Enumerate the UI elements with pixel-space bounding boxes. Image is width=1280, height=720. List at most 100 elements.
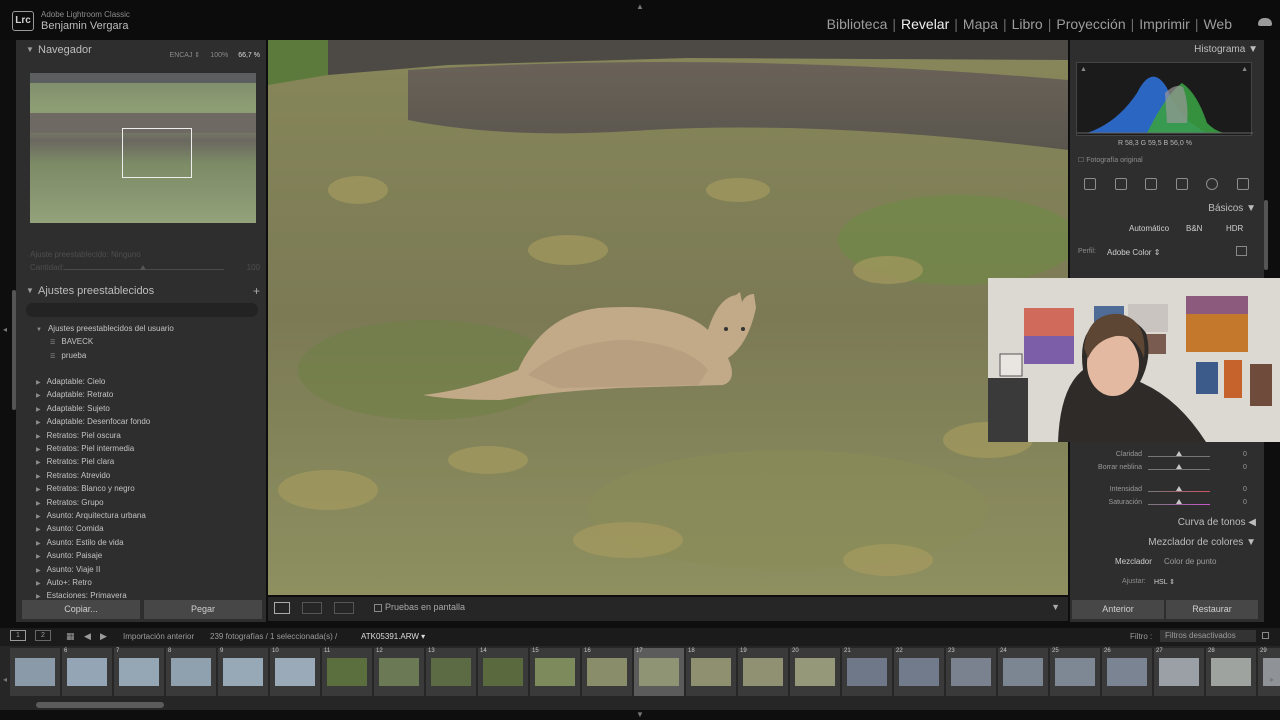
histogram-title[interactable]: Histograma ▼ xyxy=(1194,44,1258,55)
point-color-tab[interactable]: Color de punto xyxy=(1164,557,1216,566)
film-thumbnail[interactable]: 28 xyxy=(1206,648,1256,696)
dehaze-value[interactable]: 0 xyxy=(1243,464,1247,471)
soft-proof-checkbox[interactable] xyxy=(374,604,382,612)
zoom-100[interactable]: 100% xyxy=(210,46,228,66)
preset-group[interactable]: ▶ Adaptable: Cielo xyxy=(36,377,105,386)
zoom-fit[interactable]: ENCAJ ⇕ xyxy=(170,46,201,66)
saturation-slider[interactable] xyxy=(1148,504,1210,505)
original-photo-checkbox[interactable]: ☐ Fotografía original xyxy=(1078,156,1143,164)
before-after-icon[interactable] xyxy=(302,602,322,614)
yy-view-icon[interactable] xyxy=(334,602,354,614)
preset-group[interactable]: ▶ Auto+: Retro xyxy=(36,578,92,587)
file-name[interactable]: ATK05391.ARW ▾ xyxy=(361,632,425,641)
collapse-top-arrow-icon[interactable]: ▲ xyxy=(636,2,644,11)
preset-group[interactable]: ▶ Retratos: Piel intermedia xyxy=(36,444,134,453)
mixer-tab[interactable]: Mezclador xyxy=(1115,557,1152,566)
saturation-value[interactable]: 0 xyxy=(1243,499,1247,506)
window-2-button[interactable]: 2 xyxy=(35,630,51,641)
filmstrip-right-arrow-icon[interactable]: ▸ xyxy=(1270,675,1274,684)
tone-curve-header[interactable]: Curva de tonos ◀ xyxy=(1178,517,1256,528)
preset-group[interactable]: ▶ Retratos: Atrevido xyxy=(36,471,110,480)
film-thumbnail[interactable]: 22 xyxy=(894,648,944,696)
profile-browser-icon[interactable] xyxy=(1236,246,1247,256)
preset-item[interactable]: ☰ prueba xyxy=(50,351,86,360)
preset-group[interactable]: ▶ Adaptable: Desenfocar fondo xyxy=(36,417,150,426)
vibrance-slider[interactable] xyxy=(1148,491,1210,492)
heal-icon[interactable] xyxy=(1145,178,1158,190)
preset-group[interactable]: ▶ Retratos: Grupo xyxy=(36,498,104,507)
film-thumbnail[interactable]: 27 xyxy=(1154,648,1204,696)
film-thumbnail[interactable]: 23 xyxy=(946,648,996,696)
film-thumbnail[interactable]: 29 xyxy=(1258,648,1280,696)
grid-view-icon[interactable]: ▦ xyxy=(66,631,75,642)
vibrance-value[interactable]: 0 xyxy=(1243,486,1247,493)
preset-group[interactable]: ▶ Asunto: Arquitectura urbana xyxy=(36,511,146,520)
filter-lock-icon[interactable] xyxy=(1262,632,1269,639)
navigator-view-box[interactable] xyxy=(122,128,192,178)
source-label[interactable]: Importación anterior xyxy=(123,632,194,641)
clarity-value[interactable]: 0 xyxy=(1243,451,1247,458)
preset-search-input[interactable] xyxy=(26,303,258,317)
auto-button[interactable]: Automático xyxy=(1129,224,1169,233)
redeye-icon[interactable] xyxy=(1175,178,1188,190)
presets-header[interactable]: ▼ Ajustes preestablecidos + xyxy=(16,281,266,301)
histogram[interactable]: ▲ ▲ xyxy=(1076,62,1253,136)
preset-group[interactable]: ▶ Asunto: Comida xyxy=(36,524,104,533)
film-thumbnail[interactable]: 9 xyxy=(218,648,268,696)
window-1-button[interactable]: 1 xyxy=(10,630,26,641)
film-thumbnail[interactable]: 25 xyxy=(1050,648,1100,696)
film-thumbnail[interactable]: 26 xyxy=(1102,648,1152,696)
vibrance-knob[interactable] xyxy=(1176,486,1182,491)
zoom-custom[interactable]: 66,7 % xyxy=(238,46,260,66)
bw-button[interactable]: B&N xyxy=(1186,224,1202,233)
collapse-triangle-icon[interactable]: ▼ xyxy=(26,40,34,60)
clipping-highlight-icon[interactable]: ▲ xyxy=(1241,66,1248,73)
loupe-view-icon[interactable] xyxy=(274,602,290,614)
film-thumbnail[interactable]: 19 xyxy=(738,648,788,696)
film-thumbnail[interactable]: 20 xyxy=(790,648,840,696)
preset-group-user[interactable]: ▼ Ajustes preestablecidos del usuario xyxy=(36,324,174,333)
module-revelar[interactable]: Revelar xyxy=(901,16,949,32)
film-thumbnail[interactable]: 24 xyxy=(998,648,1048,696)
masking-icon[interactable] xyxy=(1206,178,1219,190)
forward-arrow-icon[interactable]: ▶ xyxy=(100,631,107,642)
right-scrollbar[interactable] xyxy=(1264,200,1268,270)
module-biblioteca[interactable]: Biblioteca xyxy=(827,16,888,32)
filmstrip-left-arrow-icon[interactable]: ◂ xyxy=(3,675,7,684)
sliders-icon[interactable] xyxy=(1084,178,1097,190)
film-thumbnail[interactable]: 21 xyxy=(842,648,892,696)
film-thumbnail[interactable]: 7 xyxy=(114,648,164,696)
preset-group[interactable]: ▶ Asunto: Paisaje xyxy=(36,551,102,560)
saturation-knob[interactable] xyxy=(1176,499,1182,504)
color-mixer-header[interactable]: Mezclador de colores ▼ xyxy=(1148,537,1256,548)
filter-select[interactable]: Filtros desactivados xyxy=(1160,630,1256,642)
basic-panel-header[interactable]: Básicos ▼ xyxy=(1208,203,1256,214)
film-thumbnail[interactable]: 14 xyxy=(478,648,528,696)
toolbar-dropdown-icon[interactable]: ▼ xyxy=(1051,602,1060,612)
film-thumbnail[interactable]: 15 xyxy=(530,648,580,696)
module-web[interactable]: Web xyxy=(1203,16,1232,32)
film-thumbnail[interactable]: 16 xyxy=(582,648,632,696)
left-panel-toggle-icon[interactable]: ◂ xyxy=(3,325,7,334)
film-thumbnail[interactable]: 6 xyxy=(62,648,112,696)
previous-button[interactable]: Anterior xyxy=(1072,600,1164,619)
module-proyeccion[interactable]: Proyección xyxy=(1056,16,1125,32)
preset-group[interactable]: ▶ Retratos: Blanco y negro xyxy=(36,484,135,493)
copy-button[interactable]: Copiar... xyxy=(22,600,140,619)
hdr-button[interactable]: HDR xyxy=(1226,224,1243,233)
preset-group[interactable]: ▶ Asunto: Viaje II xyxy=(36,565,100,574)
dehaze-slider[interactable] xyxy=(1148,469,1210,470)
soft-proof-label[interactable]: Pruebas en pantalla xyxy=(385,602,465,612)
crop-icon[interactable] xyxy=(1114,178,1127,190)
filmstrip-scrollbar[interactable] xyxy=(36,702,164,708)
back-arrow-icon[interactable]: ◀ xyxy=(84,631,91,642)
film-thumbnail[interactable]: 17 xyxy=(634,648,684,696)
add-preset-icon[interactable]: + xyxy=(253,281,260,301)
profile-select[interactable]: Adobe Color ⇕ xyxy=(1107,248,1160,257)
paste-button[interactable]: Pegar xyxy=(144,600,262,619)
module-mapa[interactable]: Mapa xyxy=(963,16,998,32)
preset-group[interactable]: ▶ Asunto: Estilo de vida xyxy=(36,538,124,547)
preset-group[interactable]: ▶ Adaptable: Retrato xyxy=(36,390,113,399)
film-thumbnail[interactable] xyxy=(10,648,60,696)
reset-button[interactable]: Restaurar xyxy=(1166,600,1258,619)
